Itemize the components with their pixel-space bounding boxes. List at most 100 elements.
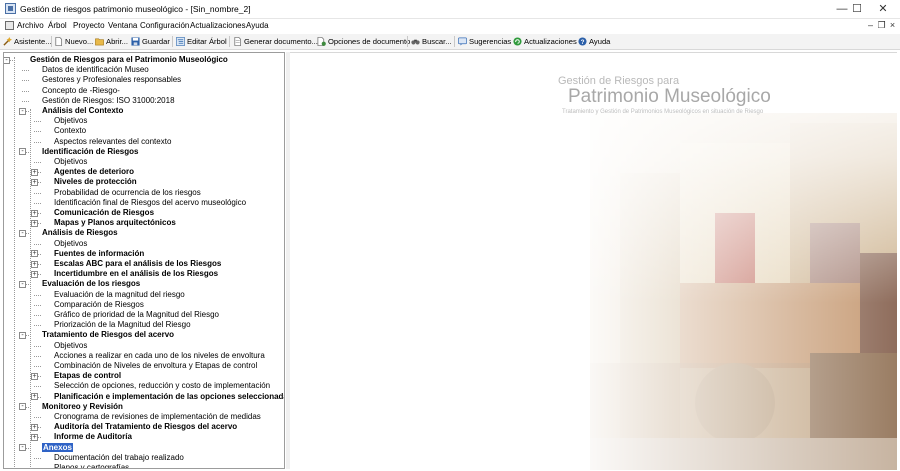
tree-item[interactable]: Evaluación de los riesgos (42, 279, 140, 289)
close-button[interactable]: ✕ (869, 0, 897, 18)
ayuda-label: Ayuda (589, 37, 611, 46)
menu-ayuda[interactable]: Ayuda (246, 21, 269, 30)
tree-item[interactable]: Tratamiento de Riesgos del acervo (42, 330, 174, 340)
tree-collapse-icon[interactable]: - (19, 403, 26, 411)
generar-documento-button[interactable]: Generar documento... (233, 36, 318, 47)
tree-expand-icon[interactable]: + (31, 250, 38, 258)
opciones-documento-button[interactable]: Opciones de documento (317, 36, 410, 47)
tree-item[interactable]: Objetivos (54, 116, 87, 126)
tree-item[interactable]: Gráfico de prioridad de la Magnitud del … (54, 310, 219, 320)
tree-item-label: Aspectos relevantes del contexto (54, 136, 172, 146)
tree-item[interactable]: Contexto (54, 126, 86, 136)
ayuda-button[interactable]: ? Ayuda (578, 36, 610, 47)
update-icon (513, 37, 522, 46)
abrir-button[interactable]: Abrir... (95, 36, 128, 47)
asistente-button[interactable]: Asistente... (3, 36, 52, 47)
maximize-button[interactable]: ☐ (843, 0, 871, 18)
mdi-minimize-button[interactable]: – (866, 20, 875, 30)
menu-proyecto[interactable]: Proyecto (73, 21, 105, 30)
tree-item[interactable]: Evaluación de la magnitud del riesgo (54, 290, 185, 300)
tree-connector (34, 202, 41, 204)
svg-text:?: ? (581, 39, 585, 46)
tree-item[interactable]: Objetivos (54, 341, 87, 351)
tree-item[interactable]: Priorización de la Magnitud del Riesgo (54, 320, 191, 330)
tree-expand-icon[interactable]: + (31, 168, 38, 176)
asistente-label: Asistente... (14, 37, 52, 46)
tree-expand-icon[interactable]: + (31, 209, 38, 217)
tree-expand-icon[interactable]: + (31, 178, 38, 186)
tree-item[interactable]: Probabilidad de ocurrencia de los riesgo… (54, 188, 201, 198)
tree-item[interactable]: Planos y cartografías (54, 463, 129, 468)
editar-arbol-button[interactable]: Editar Árbol (176, 36, 227, 47)
tree-expand-icon[interactable]: + (31, 433, 38, 441)
tree-collapse-icon[interactable]: - (19, 331, 26, 339)
tree-collapse-icon[interactable]: - (19, 148, 26, 156)
tree-collapse-icon[interactable]: - (19, 229, 26, 237)
tree-collapse-icon[interactable]: - (4, 56, 10, 64)
tree-item[interactable]: Combinación de Niveles de envoltura y Et… (54, 361, 257, 371)
tree-item[interactable]: Planificación e implementación de las op… (54, 392, 284, 402)
nuevo-button[interactable]: Nuevo... (54, 36, 93, 47)
tree-connector (22, 90, 29, 92)
tree-item-label: Informe de Auditoría (54, 432, 132, 442)
tree-item[interactable]: Comunicación de Riesgos (54, 208, 154, 218)
tree-item[interactable]: Niveles de protección (54, 177, 137, 187)
menu-ventana[interactable]: Ventana (108, 21, 137, 30)
tree-collapse-icon[interactable]: - (19, 280, 26, 288)
tree-connector (34, 141, 41, 143)
tree-item[interactable]: Selección de opciones, reducción y costo… (54, 381, 270, 391)
mdi-close-button[interactable]: × (888, 20, 897, 30)
tree-item[interactable]: Documentación del trabajo realizado (54, 453, 184, 463)
tree-item[interactable]: Informe de Auditoría (54, 432, 132, 442)
tree-item[interactable]: Identificación final de Riesgos del acer… (54, 198, 246, 208)
tree-item[interactable]: Auditoría del Tratamiento de Riesgos del… (54, 422, 237, 432)
tree-item[interactable]: Incertidumbre en el análisis de los Ries… (54, 269, 218, 279)
tree-item[interactable]: Objetivos (54, 157, 87, 167)
tree-item[interactable]: Comparación de Riesgos (54, 300, 144, 310)
document-icon (234, 37, 242, 46)
tree-collapse-icon[interactable]: - (19, 107, 26, 115)
tree-expand-icon[interactable]: + (31, 270, 38, 278)
tree-item[interactable]: Gestión de Riesgos para el Patrimonio Mu… (30, 55, 228, 65)
document-window-icon[interactable] (5, 21, 14, 30)
menu-archivo[interactable]: Archivo (17, 21, 44, 30)
tree-item[interactable]: Análisis de Riesgos (42, 228, 118, 238)
guardar-button[interactable]: Guardar (131, 36, 170, 47)
tree-item-label: Combinación de Niveles de envoltura y Et… (54, 361, 258, 370)
tree-expand-icon[interactable]: + (31, 219, 38, 227)
tree-item[interactable]: Acciones a realizar en cada uno de los n… (54, 351, 265, 361)
tree-item[interactable]: Gestión de Riesgos: ISO 31000:2018 (42, 96, 175, 106)
tree-expand-icon[interactable]: + (31, 260, 38, 268)
tree-item-label: Objetivos (54, 238, 88, 248)
tree-collapse-icon[interactable]: - (19, 444, 26, 452)
buscar-button[interactable]: Buscar... (411, 36, 452, 47)
tree-item[interactable]: Monitoreo y Revisión (42, 402, 123, 412)
tree-connector (34, 294, 41, 296)
tree-item[interactable]: Objetivos (54, 239, 87, 249)
project-tree[interactable]: - Gestión de Riesgos para el Patrimonio M… (3, 52, 285, 469)
tree-item[interactable]: Aspectos relevantes del contexto (54, 137, 171, 147)
tree-expand-icon[interactable]: + (31, 423, 38, 431)
tree-expand-icon[interactable]: + (31, 393, 38, 401)
tree-item[interactable]: Identificación de Riesgos (42, 147, 138, 157)
tree-item[interactable]: Gestores y Profesionales responsables (42, 75, 181, 85)
tree-item[interactable]: Análisis del Contexto (42, 106, 123, 116)
tree-item[interactable]: Cronograma de revisiones de implementaci… (54, 412, 261, 422)
tree-item[interactable]: Mapas y Planos arquitectónicos (54, 218, 176, 228)
tree-item[interactable]: Concepto de -Riesgo- (42, 86, 120, 96)
actualizaciones-button[interactable]: Actualizaciones (513, 36, 577, 47)
sugerencias-button[interactable]: Sugerencias (458, 36, 511, 47)
tree-item[interactable]: Datos de identificación Museo (42, 65, 149, 75)
menu-actualizaciones[interactable]: Actualizaciones (190, 21, 246, 30)
tree-item[interactable]: Etapas de control (54, 371, 121, 381)
tree-item[interactable]: Anexos (42, 442, 73, 453)
menu-configuracion[interactable]: Configuración (140, 21, 189, 30)
editar-arbol-label: Editar Árbol (187, 37, 227, 46)
tree-item[interactable]: Agentes de deterioro (54, 167, 134, 177)
toolbar-separator (172, 36, 173, 47)
mdi-restore-button[interactable]: ❐ (877, 20, 886, 31)
tree-item[interactable]: Fuentes de información (54, 249, 144, 259)
tree-item[interactable]: Escalas ABC para el análisis de los Ries… (54, 259, 221, 269)
menu-arbol[interactable]: Árbol (48, 21, 67, 30)
tree-expand-icon[interactable]: + (31, 372, 38, 380)
